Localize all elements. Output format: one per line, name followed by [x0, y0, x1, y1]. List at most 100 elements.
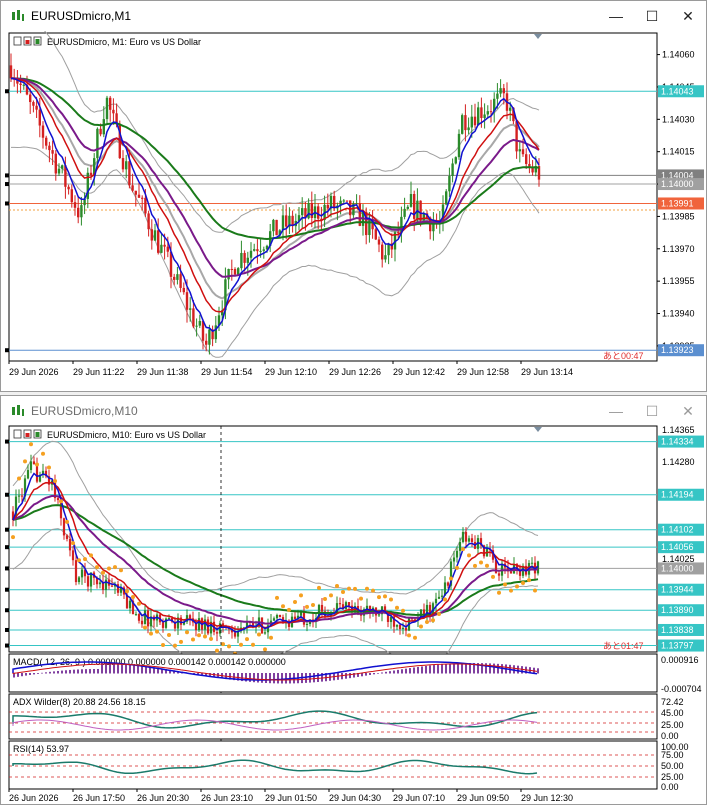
candle-body — [77, 577, 81, 583]
psar-dot — [101, 570, 105, 575]
candle-body — [338, 603, 342, 605]
candle-body — [530, 562, 534, 564]
price-chart-m1[interactable]: 1.140601.140451.140301.140151.140001.139… — [1, 31, 706, 391]
line-handle — [5, 182, 9, 187]
psar-dot — [527, 578, 531, 583]
maximize-button[interactable]: ☐ — [634, 396, 670, 426]
psar-dot — [335, 584, 339, 589]
candle-body — [29, 94, 32, 103]
psar-dot — [389, 597, 393, 602]
close-button[interactable]: ✕ — [670, 1, 706, 31]
psar-dot — [89, 553, 93, 558]
price-tick-label: 1.14365 — [662, 425, 695, 435]
candle-body — [68, 538, 72, 551]
candle-body — [185, 292, 189, 310]
candle-body — [192, 308, 195, 327]
candle-body — [452, 557, 456, 562]
line-handle — [5, 608, 9, 613]
psar-dot — [215, 648, 219, 653]
window-title: EURUSDmicro,M10 — [31, 404, 138, 418]
psar-dot — [125, 589, 129, 594]
candle-body — [285, 215, 288, 227]
candle-body — [77, 207, 80, 218]
candle-body — [401, 627, 405, 630]
candle-body — [525, 154, 528, 164]
macd-histogram-bar — [81, 669, 83, 674]
psar-dot — [413, 635, 417, 640]
macd-histogram-bar — [453, 663, 455, 674]
candle-body — [98, 582, 102, 585]
candle-body — [409, 194, 413, 207]
close-button[interactable]: ✕ — [670, 396, 706, 426]
price-tag-label: 1.14194 — [661, 490, 694, 500]
psar-dot — [161, 642, 165, 647]
macd-histogram-bar — [409, 668, 411, 674]
price-tick-label: 1.13970 — [662, 244, 695, 254]
candle-body — [434, 598, 438, 604]
candle-body — [377, 614, 381, 616]
candle-body — [464, 531, 468, 542]
window-titlebar[interactable]: EURUSDmicro,M10 — ☐ ✕ — [1, 396, 706, 426]
price-tick-label: 1.13955 — [662, 276, 695, 286]
macd-histogram-bar — [21, 673, 23, 677]
candle-body — [406, 206, 409, 209]
candle-body — [240, 252, 243, 269]
psar-dot — [449, 576, 453, 581]
candle-body — [344, 602, 348, 610]
candle-body — [140, 620, 144, 625]
psar-dot — [377, 595, 381, 600]
candle-body — [374, 229, 377, 240]
macd-histogram-bar — [93, 669, 95, 674]
candle-body — [121, 158, 125, 170]
candle-body — [355, 203, 358, 205]
candle-body — [233, 269, 237, 275]
candle-body — [38, 109, 41, 126]
candle-body — [486, 111, 489, 115]
candle-body — [275, 219, 278, 236]
psar-dot — [479, 560, 483, 565]
adx-label: ADX Wilder(8) 20.88 24.56 18.15 — [13, 697, 146, 707]
candle-body — [518, 149, 521, 152]
time-label: 29 Jun 11:22 — [73, 367, 124, 377]
candle-body — [470, 538, 474, 542]
candle-body — [153, 230, 157, 241]
psar-dot — [305, 604, 309, 609]
psar-dot — [455, 565, 459, 570]
time-label: 29 Jun 11:54 — [201, 367, 252, 377]
candle-body — [137, 194, 141, 198]
bar-countdown: あと00:47 — [603, 351, 644, 361]
rsi-pane[interactable] — [8, 740, 658, 790]
candle-body — [20, 495, 24, 497]
candle-body — [80, 205, 83, 218]
macd-histogram-bar — [433, 665, 435, 674]
candle-body — [143, 610, 147, 625]
macd-histogram-bar — [113, 663, 115, 674]
macd-histogram-bar — [89, 669, 91, 674]
psar-dot — [17, 476, 21, 481]
macd-histogram-bar — [421, 666, 423, 674]
candle-body — [395, 624, 399, 627]
psar-dot — [53, 478, 57, 483]
macd-histogram-bar — [69, 669, 71, 674]
adx-tick: 0.00 — [661, 731, 679, 741]
line-handle — [5, 348, 9, 353]
maximize-button[interactable]: ☐ — [634, 1, 670, 31]
candle-body — [62, 518, 66, 536]
line-handle — [5, 527, 9, 532]
window-titlebar[interactable]: EURUSDmicro,M1 — ☐ ✕ — [1, 1, 706, 31]
chart-window-m1: EURUSDmicro,M1 — ☐ ✕ 1.140601.140451.140… — [0, 0, 707, 392]
macd-histogram-bar — [137, 665, 139, 674]
line-handle — [5, 545, 9, 550]
macd-histogram-bar — [65, 670, 67, 674]
macd-histogram-bar — [141, 665, 143, 674]
psar-dot — [59, 499, 63, 504]
bar-countdown: あと01:47 — [603, 641, 644, 651]
macd-histogram-bar — [413, 667, 415, 674]
price-chart-m10[interactable]: 1.143651.142801.14025 1.143341.141941.14… — [1, 424, 706, 804]
candle-body — [51, 150, 54, 154]
candle-body — [167, 617, 171, 619]
candle-body — [342, 200, 345, 202]
minimize-button[interactable]: — — [598, 1, 634, 31]
candle-body — [458, 541, 462, 551]
minimize-button[interactable]: — — [598, 396, 634, 426]
